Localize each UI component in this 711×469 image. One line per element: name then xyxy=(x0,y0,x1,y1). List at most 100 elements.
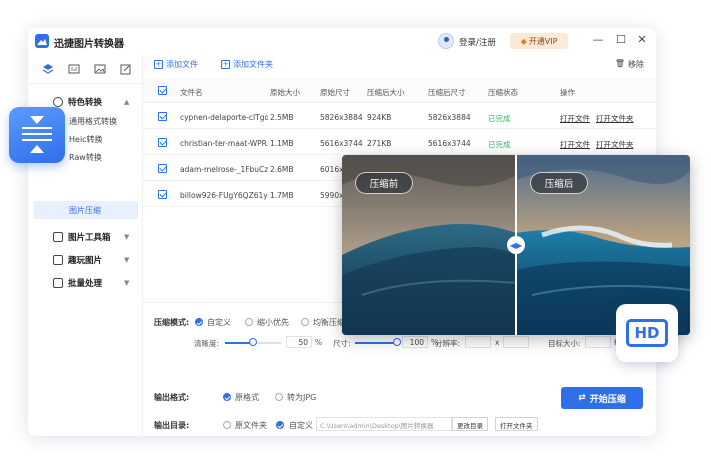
chevron-down-icon: ▼ xyxy=(124,256,130,264)
header-cdim: 压缩后尺寸 xyxy=(428,88,466,97)
row-checkbox[interactable] xyxy=(158,138,167,147)
header-size: 原始大小 xyxy=(270,88,300,97)
close-button[interactable]: ✕ xyxy=(635,34,649,46)
cell-size: 1.1MB xyxy=(270,139,294,148)
login-link[interactable]: 登录/注册 xyxy=(459,36,496,48)
cell-size: 2.5MB xyxy=(270,113,294,122)
vip-button[interactable]: ◆ 开通VIP xyxy=(510,33,568,49)
format-original-label[interactable]: 原格式 xyxy=(235,392,259,403)
cell-filename: adam-melrose-_1FbuCzl... xyxy=(180,165,268,174)
open-folder-link[interactable]: 打开文件夹 xyxy=(596,139,634,150)
mode-custom-label[interactable]: 自定义 xyxy=(207,317,231,328)
clarity-input[interactable]: 50 xyxy=(286,336,312,348)
edit-image-icon[interactable] xyxy=(120,63,132,75)
chevron-down-icon: ▼ xyxy=(124,233,130,241)
row-checkbox[interactable] xyxy=(158,190,167,199)
add-file-button[interactable]: + 添加文件 xyxy=(154,59,198,70)
add-file-label: 添加文件 xyxy=(166,60,198,69)
mode-custom-radio[interactable] xyxy=(195,318,203,326)
select-all-checkbox[interactable] xyxy=(158,86,167,95)
size-slider-handle[interactable] xyxy=(393,338,401,346)
header-actions: 操作 xyxy=(560,88,575,97)
dir-custom-radio[interactable] xyxy=(276,421,284,429)
format-jpg-label[interactable]: 转为JPG xyxy=(287,392,316,403)
cell-dim: 5616x3744 xyxy=(320,139,363,148)
cell-dim: 5826x3884 xyxy=(320,113,363,122)
nav-group-toolbox[interactable]: 图片工具箱 ▼ xyxy=(28,229,143,245)
diamond-icon: ◆ xyxy=(520,36,527,46)
nav-group-fun[interactable]: 趣玩图片 ▼ xyxy=(28,252,143,268)
arrow-up-icon xyxy=(30,145,44,153)
cell-size: 1.7MB xyxy=(270,191,294,200)
add-folder-icon: + xyxy=(221,60,230,69)
open-folder-link[interactable]: 打开文件夹 xyxy=(596,113,634,124)
clarity-label: 清晰度: xyxy=(194,339,220,348)
status-badge: 已完成 xyxy=(488,114,511,123)
image-format-icon[interactable] xyxy=(68,63,80,75)
header-filename: 文件名 xyxy=(180,88,203,97)
dir-custom-label[interactable]: 自定义 xyxy=(289,420,313,431)
maximize-button[interactable]: ☐ xyxy=(614,34,628,46)
nav-group-label: 批量处理 xyxy=(68,279,103,289)
resolution-width-input[interactable] xyxy=(465,336,491,348)
header-dim: 原始尺寸 xyxy=(320,88,350,97)
arrow-down-icon xyxy=(30,116,44,124)
format-jpg-radio[interactable] xyxy=(275,393,283,401)
mode-balance-label[interactable]: 均衡压缩 xyxy=(313,317,345,328)
nav-group-batch[interactable]: 批量处理 ▼ xyxy=(28,275,143,291)
size-input[interactable]: 100 xyxy=(402,336,428,348)
compress-feature-icon xyxy=(9,107,65,163)
fun-image-icon xyxy=(53,255,63,265)
remove-button[interactable]: 🗑 移除 xyxy=(615,59,644,70)
cell-cdim: 5826x3884 xyxy=(428,113,471,122)
sidebar-item-label: 图片压缩 xyxy=(69,206,101,215)
start-compress-label: 开始压缩 xyxy=(589,394,626,405)
output-path-field[interactable]: C:\Users\admin\Desktop\图片转换器 xyxy=(316,417,452,431)
add-file-icon: + xyxy=(154,60,163,69)
dir-original-radio[interactable] xyxy=(223,421,231,429)
start-compress-button[interactable]: ⇄ 开始压缩 xyxy=(561,387,643,409)
minimize-button[interactable]: — xyxy=(591,34,605,46)
size-slider-fill xyxy=(355,342,397,344)
sidebar-item-heic[interactable]: Heic转换 xyxy=(69,134,103,145)
chevron-down-icon: ▼ xyxy=(124,279,130,287)
open-file-link[interactable]: 打开文件 xyxy=(560,139,590,150)
cell-filename: cypnen-delaporte-clTgqi... xyxy=(180,113,268,122)
cell-cdim: 5616x3744 xyxy=(428,139,471,148)
avatar-icon[interactable] xyxy=(438,33,454,49)
resolution-height-input[interactable] xyxy=(503,336,529,348)
layers-icon[interactable] xyxy=(42,63,54,75)
add-folder-button[interactable]: + 添加文件夹 xyxy=(221,59,273,70)
open-file-link[interactable]: 打开文件 xyxy=(560,113,590,124)
cell-size: 2.6MB xyxy=(270,165,294,174)
row-checkbox[interactable] xyxy=(158,164,167,173)
cell-filename: christian-ter-maat-WPR... xyxy=(180,139,268,148)
clarity-slider-handle[interactable] xyxy=(249,338,257,346)
toolbox-icon xyxy=(53,232,63,242)
cell-csize: 271KB xyxy=(367,139,392,148)
dir-original-label[interactable]: 原文件夹 xyxy=(235,420,267,431)
sidebar-item-raw[interactable]: Raw转换 xyxy=(69,152,102,163)
change-dir-button[interactable]: 更改目录 xyxy=(452,417,488,431)
batch-icon xyxy=(53,278,63,288)
remove-label: 移除 xyxy=(628,60,644,69)
table-row[interactable]: christian-ter-maat-WPR... 1.1MB 5616x374… xyxy=(143,130,656,155)
header-csize: 压缩后大小 xyxy=(367,88,405,97)
mode-balance-radio[interactable] xyxy=(301,318,309,326)
open-folder-button[interactable]: 打开文件夹 xyxy=(495,417,538,431)
sidebar-item-general-convert[interactable]: 通用格式转换 xyxy=(69,116,117,127)
nav-group-label: 趣玩图片 xyxy=(68,256,103,266)
row-checkbox[interactable] xyxy=(158,112,167,121)
table-row[interactable]: cypnen-delaporte-clTgqi... 2.5MB 5826x38… xyxy=(143,104,656,129)
target-size-input[interactable] xyxy=(585,336,611,348)
picture-icon[interactable] xyxy=(94,63,106,75)
before-label: 压缩前 xyxy=(355,172,413,194)
mode-small-radio[interactable] xyxy=(245,318,253,326)
comparison-handle-icon[interactable]: ◀▶ xyxy=(507,236,525,254)
after-label: 压缩后 xyxy=(530,172,588,194)
mode-small-label[interactable]: 缩小优先 xyxy=(257,317,289,328)
chevron-up-icon: ▲ xyxy=(124,98,130,106)
table-header: 文件名 原始大小 原始尺寸 压缩后大小 压缩后尺寸 压缩状态 操作 xyxy=(143,78,656,103)
format-original-radio[interactable] xyxy=(223,393,231,401)
sidebar-item-compress[interactable]: 图片压缩 xyxy=(34,201,138,219)
